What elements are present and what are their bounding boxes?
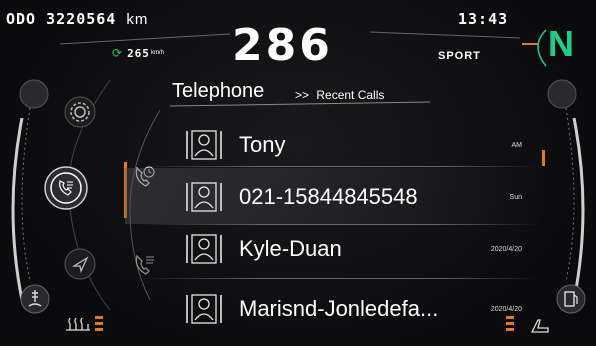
odometer-unit: km <box>126 11 149 28</box>
heater-level-icon <box>95 316 103 331</box>
range-unit: km/h <box>150 50 164 56</box>
cluster-screen: ODO 3220564 km 13:43 ⟳ 265 km/h 286 SPOR… <box>0 0 596 362</box>
odometer-label: ODO <box>6 10 37 28</box>
speedometer: 286 <box>232 20 333 71</box>
right-gauge-ticks <box>565 107 575 281</box>
clock: 13:43 <box>458 10 509 28</box>
left-gauge-arc <box>11 117 24 301</box>
contact-avatar-icon <box>186 130 222 160</box>
call-time: 2020/4/20 <box>490 245 522 253</box>
call-row[interactable]: Kyle-Duan 2020/4/20 <box>183 232 528 266</box>
row-divider <box>140 224 540 225</box>
contact-name: Tony <box>239 132 286 157</box>
call-time: AM <box>511 141 523 149</box>
fuel-pump-icon <box>556 284 586 314</box>
bottom-margin <box>0 346 596 362</box>
call-row[interactable]: Tony AM <box>183 128 528 162</box>
right-indicator-knob <box>547 79 577 109</box>
sidebar-item-navigation[interactable] <box>64 248 96 280</box>
contact-avatar-icon <box>186 294 222 324</box>
sidebar-item-phone[interactable] <box>44 166 88 210</box>
top-left-line <box>59 33 231 45</box>
left-indicator-knob <box>19 79 49 109</box>
drive-mode: SPORT <box>438 50 481 62</box>
odometer: ODO 3220564 km <box>6 10 148 28</box>
coolant-temperature-icon <box>20 284 50 314</box>
odometer-value: 3220564 <box>46 10 117 28</box>
phone-icon <box>44 166 88 210</box>
seat-heater-icon <box>66 317 90 331</box>
contact-name: Kyle-Duan <box>239 236 342 261</box>
page-title: Telephone <box>172 80 265 102</box>
call-row[interactable]: 021-15844845548 Sun <box>183 180 528 214</box>
contact-name: Marisnd-Jonledefa... <box>239 296 439 321</box>
range-value: 265 <box>127 46 150 60</box>
left-gauge-ticks <box>21 107 31 281</box>
gear-indicator: N <box>548 23 574 64</box>
breadcrumb-label: Recent Calls <box>316 88 385 102</box>
contacts-icon <box>135 254 154 275</box>
battery-range-icon: ⟳ <box>112 46 123 60</box>
submenu-item-contacts[interactable] <box>130 250 160 280</box>
gear-icon <box>64 96 96 128</box>
breadcrumb[interactable]: >> Recent Calls <box>295 88 384 102</box>
sidebar-item-settings[interactable] <box>64 96 96 128</box>
list-scrollbar[interactable] <box>542 150 545 166</box>
row-divider <box>140 278 540 279</box>
contact-avatar-icon <box>186 182 222 212</box>
top-right-line <box>369 31 521 39</box>
chevron-right-icon: >> <box>295 88 310 102</box>
right-gauge-arc <box>572 117 585 301</box>
call-time: Sun <box>509 193 522 201</box>
heater-level-icon <box>506 316 514 331</box>
contact-name: 021-15844845548 <box>239 184 418 209</box>
call-row[interactable]: Marisnd-Jonledefa... 2020/4/20 <box>183 292 528 326</box>
contact-avatar-icon <box>186 234 222 264</box>
row-divider <box>140 166 540 167</box>
seat-heater-right-icon <box>530 319 549 333</box>
navigation-icon <box>64 248 96 280</box>
range-readout: ⟳ 265 km/h <box>112 46 164 60</box>
call-time: 2020/4/20 <box>490 305 522 313</box>
